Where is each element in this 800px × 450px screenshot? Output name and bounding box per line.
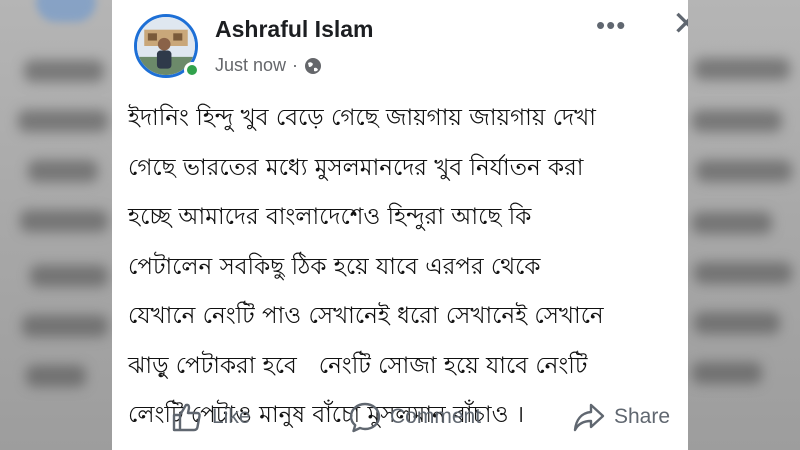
meta-separator: · (292, 55, 299, 75)
post-card: Ashraful Islam Just now · ••• ✕ ইদানিং হ… (112, 0, 688, 450)
comment-button[interactable]: Comment (348, 400, 481, 434)
more-options-icon[interactable]: ••• (596, 10, 626, 41)
comment-bubble-icon (349, 402, 381, 433)
post-meta: Just now · (215, 55, 322, 76)
share-button[interactable]: Share (572, 400, 670, 434)
post-actions-bar: Like Comment Share (112, 392, 688, 448)
globe-icon (304, 57, 322, 75)
share-arrow-icon (573, 403, 605, 432)
thumbs-up-icon (172, 403, 201, 432)
background-right (688, 0, 800, 450)
post-body-text: ইদানিং হিন্দু খুব বেড়ে গেছে জায়গায় জা… (128, 105, 604, 428)
author-name[interactable]: Ashraful Islam (215, 16, 374, 43)
share-label: Share (614, 405, 671, 428)
post-timestamp[interactable]: Just now (215, 55, 286, 76)
background-left (0, 0, 112, 450)
like-label: Like (212, 405, 251, 428)
like-button[interactable]: Like (170, 400, 251, 434)
online-status-dot (184, 62, 200, 78)
close-icon[interactable]: ✕ (672, 4, 688, 44)
comment-label: Comment (390, 405, 482, 428)
